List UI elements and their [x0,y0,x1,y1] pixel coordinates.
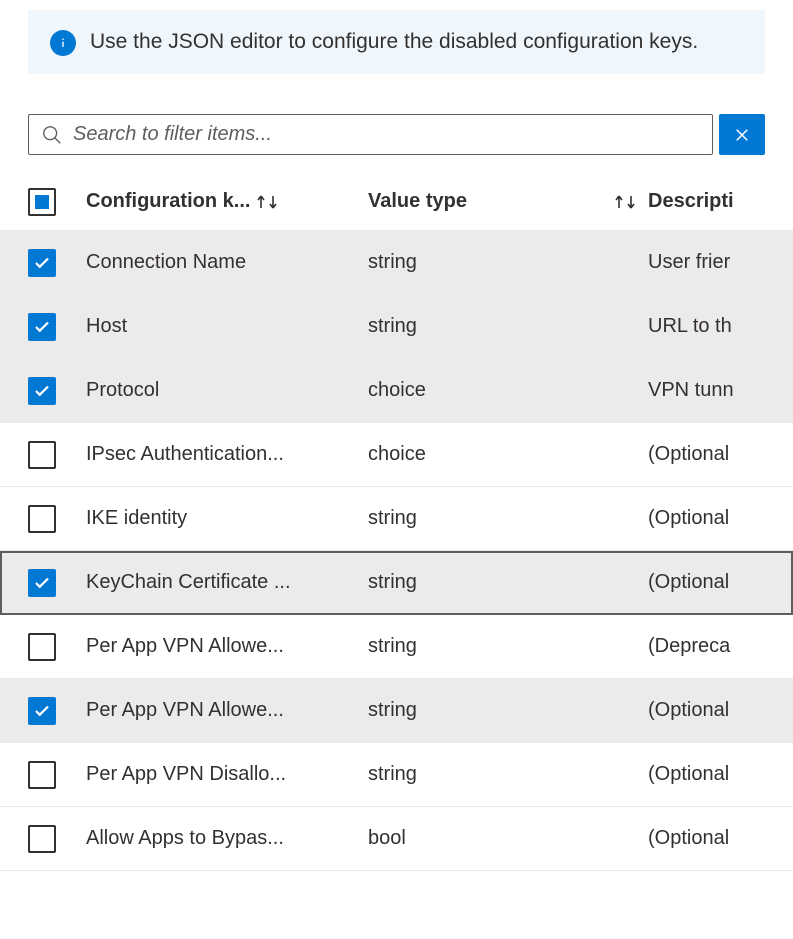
table-row[interactable]: Per App VPN Disallo... string (Optional [0,743,793,807]
value-type-cell: string [368,763,417,786]
value-type-cell: string [368,315,417,338]
description-cell: (Optional [648,571,729,594]
config-key-cell: IPsec Authentication... [86,443,284,466]
description-cell: (Optional [648,507,729,530]
config-key-cell: Per App VPN Allowe... [86,699,284,722]
value-type-cell: string [368,251,417,274]
row-checkbox[interactable] [28,569,56,597]
select-all-checkbox[interactable] [28,188,56,216]
row-checkbox[interactable] [28,825,56,853]
value-type-cell: string [368,635,417,658]
config-key-cell: Connection Name [86,251,246,274]
column-header-type[interactable]: Value type [368,190,648,213]
info-banner: Use the JSON editor to configure the dis… [28,10,765,74]
row-checkbox[interactable] [28,249,56,277]
description-cell: URL to th [648,315,732,338]
info-banner-text: Use the JSON editor to configure the dis… [90,28,698,56]
row-checkbox[interactable] [28,697,56,725]
config-key-cell: IKE identity [86,507,187,530]
column-header-key[interactable]: Configuration k... [86,190,368,213]
row-checkbox[interactable] [28,377,56,405]
description-cell: (Depreca [648,635,730,658]
search-box[interactable] [28,114,713,155]
row-checkbox[interactable] [28,441,56,469]
table-row[interactable]: Per App VPN Allowe... string (Optional [0,679,793,743]
row-checkbox[interactable] [28,633,56,661]
config-key-cell: KeyChain Certificate ... [86,571,291,594]
description-cell: User frier [648,251,730,274]
description-cell: VPN tunn [648,379,734,402]
description-cell: (Optional [648,763,729,786]
column-header-desc-label: Descripti [648,190,734,213]
config-key-cell: Protocol [86,379,159,402]
table-row[interactable]: KeyChain Certificate ... string (Optional [0,551,793,615]
search-input[interactable] [73,123,700,146]
table-row[interactable]: Host string URL to th [0,295,793,359]
search-row [28,114,765,155]
column-header-desc[interactable]: Descripti [648,190,793,213]
config-key-cell: Per App VPN Allowe... [86,635,284,658]
info-icon [50,30,76,56]
close-icon [733,126,751,144]
config-table: Configuration k... Value type Descripti … [0,173,793,871]
description-cell: (Optional [648,827,729,850]
table-row[interactable]: Connection Name string User frier [0,231,793,295]
sort-icon [612,191,638,213]
config-key-cell: Allow Apps to Bypas... [86,827,284,850]
config-key-cell: Host [86,315,127,338]
row-checkbox[interactable] [28,761,56,789]
table-row[interactable]: IKE identity string (Optional [0,487,793,551]
column-header-key-label: Configuration k... [86,190,250,213]
row-checkbox[interactable] [28,313,56,341]
description-cell: (Optional [648,699,729,722]
table-row[interactable]: Per App VPN Allowe... string (Depreca [0,615,793,679]
search-icon [41,124,63,146]
table-row[interactable]: Allow Apps to Bypas... bool (Optional [0,807,793,871]
description-cell: (Optional [648,443,729,466]
value-type-cell: string [368,699,417,722]
row-checkbox[interactable] [28,505,56,533]
value-type-cell: string [368,571,417,594]
table-row[interactable]: IPsec Authentication... choice (Optional [0,423,793,487]
sort-icon [254,191,280,213]
value-type-cell: choice [368,443,426,466]
table-header-row: Configuration k... Value type Descripti [0,173,793,231]
table-row[interactable]: Protocol choice VPN tunn [0,359,793,423]
value-type-cell: string [368,507,417,530]
config-key-cell: Per App VPN Disallo... [86,763,286,786]
value-type-cell: bool [368,827,406,850]
column-header-type-label: Value type [368,190,467,213]
value-type-cell: choice [368,379,426,402]
clear-search-button[interactable] [719,114,765,155]
